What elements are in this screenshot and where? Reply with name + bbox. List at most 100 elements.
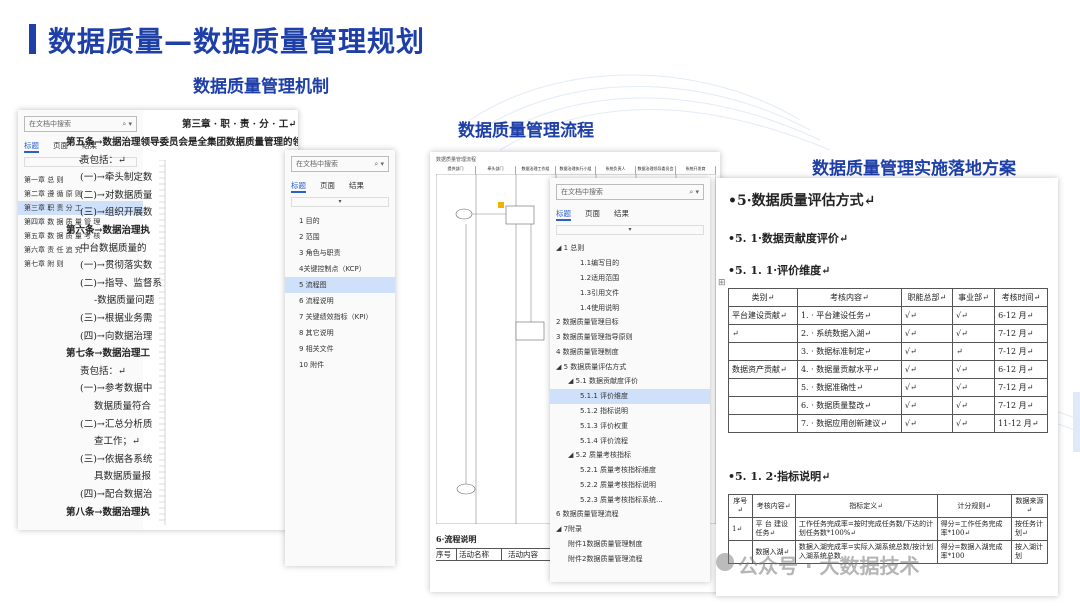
table-row: 7. · 数据应用创新建议↵ √↵ √↵ 11-12 月↵ [728,414,1048,433]
table-cell: ↵ [951,342,996,361]
collapse-icon[interactable]: ▾ [556,225,704,235]
table-row: 3. · 数据标准制定↵ √↵ ↵ 7-12 月↵ [728,342,1048,361]
table-cell: 7. · 数据应用创新建议↵ [796,414,902,433]
swimlane-header: 系统负责人 [596,166,636,174]
table-cell: √↵ [900,378,953,397]
doc-line: 具数据质量报 [94,471,152,483]
table-cell: 7-12 月↵ [994,378,1048,397]
nav-item[interactable]: 4关键控制点（KCP） [285,261,395,277]
doc-line: 第八条→数据治理执 [66,506,150,518]
tab-headings-3[interactable]: 标题 [556,208,571,221]
table-cell: 按任务计划↵ [1010,517,1049,541]
nav-item[interactable]: 5.1.4 评价流程 [550,433,710,448]
nav-item[interactable]: 5.2.3 质量考核指标系统... [550,492,710,507]
flow-end-node [456,483,476,495]
doc-line: 责包括：↵ [80,154,126,166]
nav-item[interactable]: ◢ 1 总则 [550,241,710,256]
document-body: 第三章 · 职 · 责 · 分 · 工↵ 第五条→数据治理领导委员会是全集团数据质… [66,110,298,530]
nav-item[interactable]: 5.1.3 评价权重 [550,418,710,433]
doc-line: (二)→指导、监督系 [80,277,162,289]
nav-item[interactable]: 1.4使用说明 [550,300,710,315]
nav-item[interactable]: 1.1编写目的 [550,256,710,271]
nav-item[interactable]: ◢ 5.2 质量考核指标 [550,448,710,463]
nav-item[interactable]: 3 角色与职责 [285,245,395,261]
tab-results-2[interactable]: 结果 [349,180,364,193]
caption-process: 数据质量管理流程 [458,121,594,141]
flow-col-no: 序号 [436,549,457,560]
doc-line: -数据质量问题 [94,295,155,307]
doc-line: 第五条→数据治理领导委员会是全集团数据质量管理的领导组织，主要职 [66,137,298,148]
nav-item[interactable]: 1.3引用文件 [550,285,710,300]
nav-item[interactable]: 8 其它说明 [285,325,395,341]
nav-item[interactable]: 2 范围 [285,229,395,245]
search-icon: ⌕ ▾ [122,119,132,128]
tab-headings-2[interactable]: 标题 [291,180,306,193]
nav-item[interactable]: 5.2.2 质量考核指标说明 [550,478,710,493]
collapse-icon[interactable]: ▾ [291,197,389,207]
swimlane-header: 提供部门 [436,166,476,174]
page-title: 数据质量—数据质量管理规划 [48,25,426,58]
table-row: ↵ 2. · 系统数据入湖↵ √↵ √↵ 7-12 月↵ [728,324,1048,343]
flow-footer-table: 序号 活动名称 活动内容 [436,548,550,561]
nav-item[interactable]: 1 目的 [285,213,395,229]
nav-item[interactable]: 4 数据质量管理制度 [550,344,710,359]
table-cell: √↵ [951,324,996,343]
table-cell: 平 台 建设任务↵ [751,517,796,541]
tab-pages-3[interactable]: 页面 [585,208,600,221]
table-cell: 7-12 月↵ [994,342,1048,361]
table-cell: 11-12 月↵ [994,414,1048,433]
nav-item[interactable]: ◢ 5 数据质量评估方式 [550,359,710,374]
table-cell: 2. · 系统数据入湖↵ [796,324,902,343]
nav-item[interactable]: 5.1.1 评价维度 [550,388,710,404]
table-cell [728,342,798,361]
plan-heading-1: •5·数据质量评估方式↵ [728,193,876,209]
doc-line: (一)→参考数据中 [80,383,153,395]
nav-item[interactable]: 9 相关文件 [285,341,395,357]
tab-results-3[interactable]: 结果 [614,208,629,221]
tab-pages-2[interactable]: 页面 [320,180,335,193]
swimlane-header: 数据治理执行小组 [556,166,596,174]
doc-line: (一)→贯彻落实数 [80,260,153,272]
plan-nav-screenshot: 在文档中搜索 ⌕ ▾ 标题 页面 结果 ▾ ◢ 1 总则 1.1编写目的 1.2适用… [550,178,710,582]
plan-heading-2: •5. 1·数据贡献度评价↵ [728,232,849,245]
nav-item[interactable]: 3 数据质量管理指导原则 [550,330,710,345]
nav-search-box-2[interactable]: 在文档中搜索 ⌕ ▾ [291,156,389,172]
table-cell: √↵ [900,324,953,343]
table-cell: √↵ [951,360,996,379]
plan-heading-3: •5. 1. 1·评价维度↵ [728,264,831,277]
table-move-handle-icon[interactable]: ⊞ [718,278,726,288]
nav-item[interactable]: 10 附件 [285,357,395,373]
doc-line: 责包括：↵ [80,365,126,377]
wechat-watermark-icon [716,553,734,571]
navigation-pane-3: 在文档中搜索 ⌕ ▾ 标题 页面 结果 ▾ ◢ 1 总则 1.1编写目的 1.2适用… [550,178,710,582]
doc-line: 查工作；↵ [94,436,140,448]
table-row: 6. · 数据质量整改↵ √↵ √↵ 7-12 月↵ [728,396,1048,415]
nav-item[interactable]: 附件1数据质量管理制度 [550,537,710,552]
tab-headings[interactable]: 标题 [24,140,39,153]
title-accent-bar [29,24,36,54]
nav-item[interactable]: 5.2.1 质量考核指标维度 [550,463,710,478]
doc-line: 第三章 · 职 · 责 · 分 · 工↵ [182,119,297,130]
nav-item[interactable]: ◢ 5.1 数据贡献度评价 [550,374,710,389]
doc-line: (四)→配合数据治 [80,489,153,500]
swimlane-header: 系统开发商 [676,166,716,174]
table-cell [728,414,798,433]
table-cell: √↵ [951,306,996,325]
nav-item[interactable]: 7 关键绩效指标（KPI） [285,309,395,325]
nav-item[interactable]: 1.2适用范围 [550,271,710,286]
nav-item[interactable]: 5.1.2 指标说明 [550,404,710,419]
table-cell: 事业部↵ [951,288,996,307]
watermark: 公众号 · 大数据技术 [738,554,920,578]
nav-item[interactable]: ◢ 7附录 [550,522,710,537]
doc-line: 第六条→数据治理执 [66,225,150,236]
table-cell: √↵ [900,414,953,433]
table-cell: 计分规则↵ [936,494,1012,518]
nav-item[interactable]: 6 流程说明 [285,293,395,309]
nav-item[interactable]: 附件2数据质量管理流程 [550,551,710,566]
nav-item[interactable]: 2 数据质量管理目标 [550,315,710,330]
nav-item[interactable]: 6 数据质量管理流程 [550,507,710,522]
nav-item[interactable]: 5 流程图 [285,277,395,293]
nav-search-box-3[interactable]: 在文档中搜索 ⌕ ▾ [556,184,704,200]
nav-search-box[interactable]: 在文档中搜索 ⌕ ▾ [24,116,137,132]
plan-document-screenshot: •5·数据质量评估方式↵ •5. 1·数据贡献度评价↵ •5. 1. 1·评价维… [716,178,1058,596]
